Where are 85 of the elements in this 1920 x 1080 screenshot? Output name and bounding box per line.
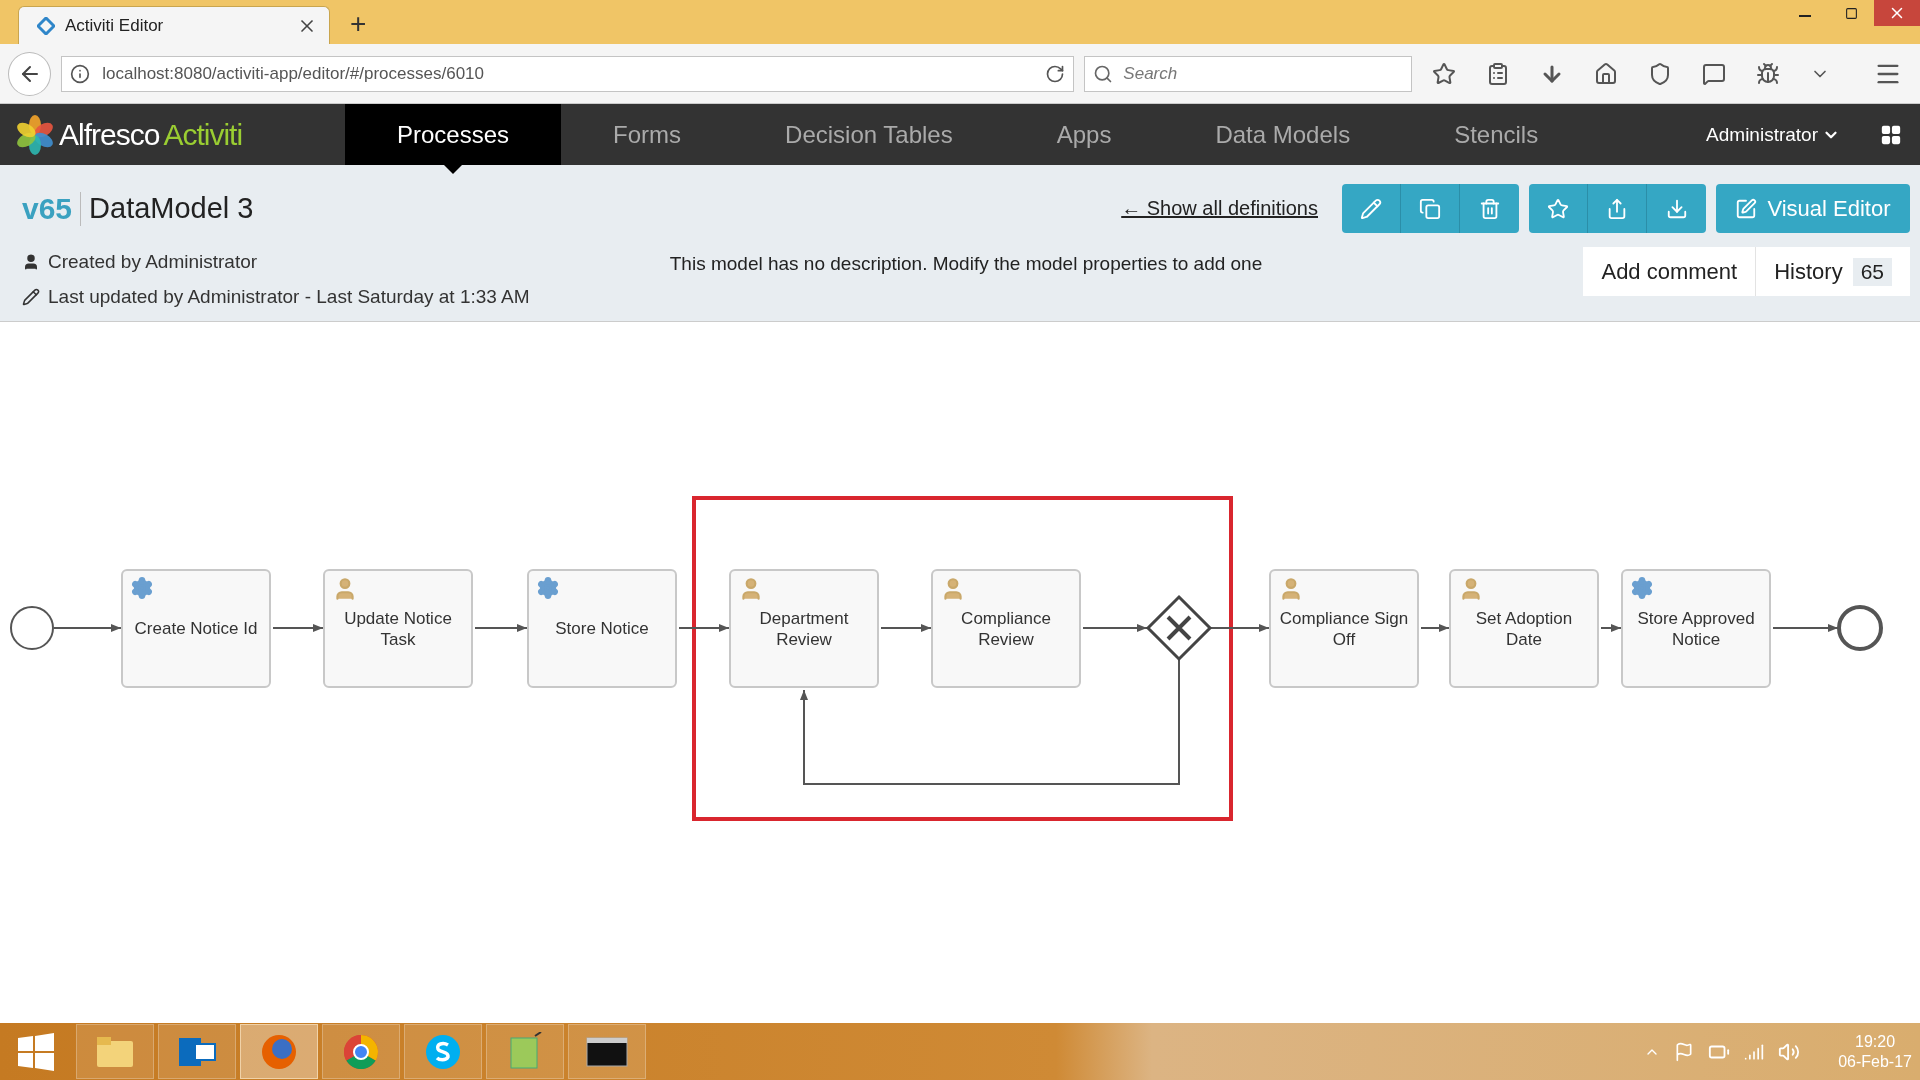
fox-globe-icon[interactable] (240, 1024, 318, 1079)
pencil-icon (1360, 197, 1382, 220)
search-icon (1093, 63, 1114, 84)
grid-icon (1880, 123, 1902, 146)
task-label: Store Notice (555, 619, 649, 640)
share-button[interactable] (1588, 184, 1647, 233)
restore-icon (1844, 6, 1858, 20)
nav-tab[interactable]: Data Models (1163, 104, 1403, 165)
star-icon (1547, 197, 1569, 220)
flow-arrow (1082, 624, 1148, 632)
mail-icon[interactable] (158, 1024, 236, 1079)
info-icon[interactable] (70, 63, 91, 84)
history-button[interactable]: History 65 (1756, 247, 1910, 296)
pencil-icon (22, 288, 40, 306)
logo-text: Activiti (163, 117, 243, 152)
start-event (10, 606, 54, 650)
favorite-button[interactable] (1529, 184, 1588, 233)
end-event (1837, 605, 1883, 651)
reload-icon[interactable] (1045, 63, 1066, 84)
search-field[interactable]: Search (1084, 55, 1412, 92)
flag-icon[interactable] (1674, 1041, 1695, 1062)
nav-tab[interactable]: Stencils (1402, 104, 1591, 165)
flow-arrow (1600, 624, 1622, 632)
clock-time: 19:20 (1855, 1032, 1896, 1051)
diamond-icon (37, 16, 55, 35)
shield-icon[interactable] (1648, 61, 1672, 86)
edit-square-icon (1735, 197, 1758, 220)
download-icon (1665, 197, 1688, 220)
gateway-drawing (1145, 594, 1213, 662)
flower-logo-icon (15, 114, 55, 155)
terminal-icon[interactable] (568, 1024, 646, 1079)
nav-tab[interactable]: Decision Tables (733, 104, 1005, 165)
trash-icon (1478, 197, 1501, 220)
task-label: Store Approved Notice (1636, 609, 1756, 650)
flow-arrow (1420, 624, 1450, 632)
task-label: Compliance Review (960, 609, 1052, 650)
bug-icon[interactable] (1756, 61, 1780, 86)
logo-text: Alfresco (59, 117, 160, 152)
flow-arrow (1772, 624, 1839, 632)
chat-logo-icon[interactable] (404, 1024, 482, 1079)
description-text: This model has no description. Modify the model properties to add one (669, 253, 1263, 276)
created-by-text: Created by Administrator (48, 251, 258, 273)
delete-button[interactable] (1460, 184, 1519, 233)
tab-title: Activiti Editor (65, 15, 165, 36)
minimize-icon (1799, 15, 1811, 17)
message-icon[interactable] (1702, 61, 1726, 86)
flow-arrow (678, 624, 730, 632)
user-menu[interactable]: Administrator (1700, 104, 1846, 165)
gear-icon (130, 576, 154, 600)
share-icon (1606, 197, 1628, 220)
task-label: Department Review (758, 609, 850, 650)
chrome-icon[interactable] (322, 1024, 400, 1079)
history-count: 65 (1852, 257, 1892, 286)
nav-tab[interactable]: Apps (1004, 104, 1164, 165)
flow-arrow (474, 624, 528, 632)
star-icon[interactable] (1432, 61, 1456, 86)
show-definitions-link[interactable]: ← Show all definitions (1121, 197, 1318, 220)
flow-arrow (272, 624, 324, 632)
gear-icon (536, 576, 560, 600)
address-field[interactable]: localhost:8080/activiti-app/editor/#/processes/6010 (61, 55, 1075, 92)
download-button[interactable] (1647, 184, 1706, 233)
last-updated-text: Last updated by Administrator - Last Saturday at 1:33 AM (48, 286, 530, 308)
gear-icon (1630, 576, 1654, 600)
copy-icon (1419, 197, 1441, 220)
add-comment-button[interactable]: Add comment (1583, 247, 1757, 296)
flow-arrow (880, 624, 932, 632)
task-label: Compliance Sign Off (1279, 609, 1409, 650)
browser-tab[interactable]: Activiti Editor (18, 6, 330, 44)
search-input[interactable]: Search (1121, 62, 1403, 85)
url-text: localhost:8080/activiti-app/editor/#/processes/6010 (102, 63, 485, 84)
task-label: Update Notice Task (343, 609, 453, 650)
new-tab-button[interactable]: + (344, 8, 373, 40)
flow-arrow (53, 624, 122, 632)
task-label: Set Adoption Date (1474, 609, 1574, 650)
clipboard-icon[interactable] (1486, 61, 1510, 86)
version-label: v65 (22, 191, 82, 226)
model-name: DataModel 3 (88, 192, 254, 225)
task-label: Create Notice Id (134, 619, 258, 640)
nav-tab[interactable]: Forms (561, 104, 734, 165)
home-icon[interactable] (1594, 61, 1618, 86)
copy-button[interactable] (1401, 184, 1460, 233)
clock-date: 06-Feb-17 (1838, 1052, 1912, 1071)
flow-arrow (1210, 624, 1270, 632)
edit-button[interactable] (1342, 184, 1401, 233)
person-icon (22, 253, 40, 271)
